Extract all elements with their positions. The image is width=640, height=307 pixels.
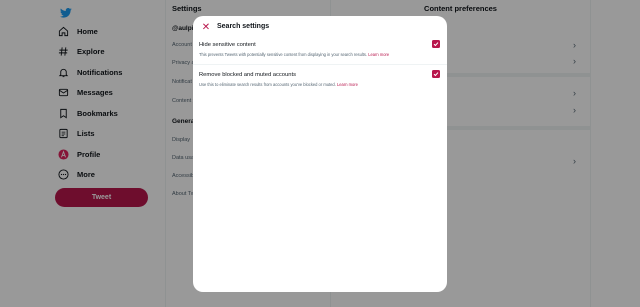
option-description-text: This prevents Tweets with potentially se…	[199, 52, 368, 57]
learn-more-link[interactable]: Learn more	[337, 82, 358, 87]
remove-blocked-checkbox[interactable]	[432, 70, 440, 78]
option-divider	[193, 64, 447, 65]
option-description-text: Use this to eliminate search results fro…	[199, 82, 336, 87]
checkmark-icon	[433, 72, 439, 77]
learn-more-link[interactable]: Learn more	[368, 52, 389, 57]
checkmark-icon	[433, 42, 439, 47]
option-description: This prevents Tweets with potentially se…	[199, 52, 389, 57]
option-description: Use this to eliminate search results fro…	[199, 82, 358, 87]
modal-title: Search settings	[217, 23, 270, 30]
hide-sensitive-checkbox[interactable]	[432, 40, 440, 48]
search-settings-modal: ✕ Search settings Hide sensitive content…	[193, 16, 447, 292]
close-icon[interactable]: ✕	[200, 22, 212, 34]
option-label: Hide sensitive content	[199, 42, 256, 48]
option-label: Remove blocked and muted accounts	[199, 72, 296, 78]
